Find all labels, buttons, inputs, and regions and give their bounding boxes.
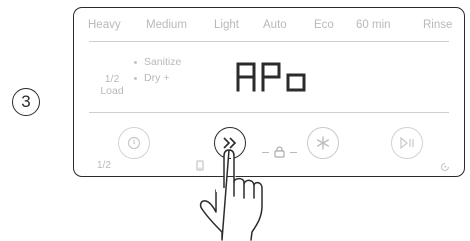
half-load-label: 1/2 Load [100, 73, 124, 97]
divider-bottom [89, 112, 449, 113]
half-load-fraction: 1/2 [104, 73, 120, 85]
divider-top [89, 41, 449, 42]
program-60min[interactable]: 60 min [356, 19, 391, 31]
program-medium[interactable]: Medium [146, 19, 187, 31]
indicator-dot-icon [134, 60, 137, 64]
option-sanitize-label: Sanitize [144, 56, 182, 68]
play-pause-icon [400, 137, 414, 149]
program-light[interactable]: Light [214, 19, 239, 31]
play-pause-button[interactable] [391, 127, 423, 159]
program-eco[interactable]: Eco [314, 19, 334, 31]
program-auto[interactable]: Auto [263, 19, 287, 31]
option-dry-plus-label: Dry + [144, 72, 170, 84]
step-number: 3 [21, 92, 31, 111]
bottom-half-load-label: 1/2 [97, 160, 111, 171]
power-icon [127, 136, 141, 150]
display-digits-icon [236, 62, 306, 92]
asterisk-icon [316, 136, 330, 150]
half-load-word: Load [100, 85, 124, 97]
power-button[interactable] [118, 127, 150, 159]
program-rinse[interactable]: Rinse [423, 19, 452, 31]
indicator-dot-icon [134, 76, 137, 80]
option-dry-plus: Dry + [134, 72, 169, 84]
pointing-hand-icon [199, 149, 263, 241]
program-list: Heavy Medium Light Auto Eco 60 min Rinse [74, 19, 464, 35]
step-number-badge: 3 [12, 88, 40, 116]
program-heavy[interactable]: Heavy [88, 19, 121, 31]
star-button[interactable] [307, 127, 339, 159]
delay-start-icon [441, 163, 449, 171]
option-sanitize: Sanitize [134, 56, 181, 68]
digital-display: APo [236, 60, 310, 92]
